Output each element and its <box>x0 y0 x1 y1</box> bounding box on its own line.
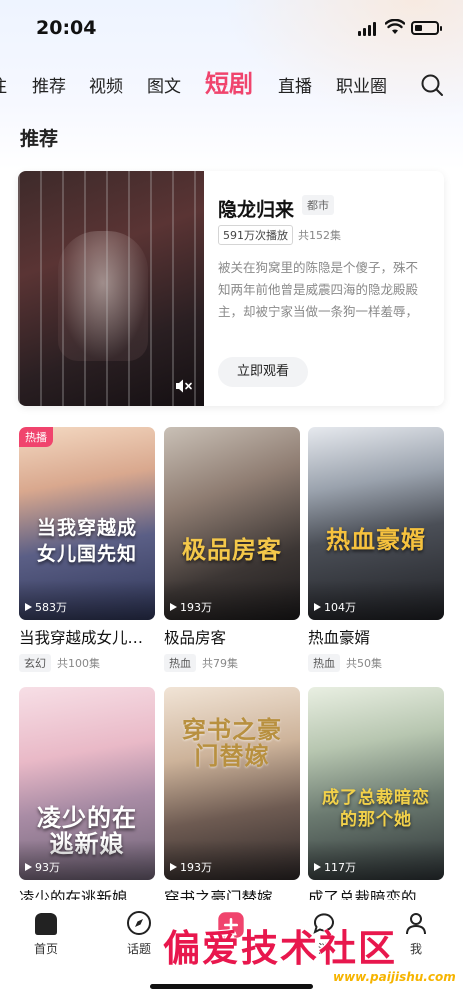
cellular-signal-icon <box>358 22 380 36</box>
drama-cover[interactable]: 当我穿越成女儿国先知 热播 583万 <box>19 427 155 620</box>
play-count-tag: 591万次播放 <box>218 225 293 245</box>
battery-icon <box>411 21 442 35</box>
tab-career-circle[interactable]: 职业圈 <box>336 72 387 97</box>
play-icon <box>314 603 321 611</box>
play-count-value: 583万 <box>35 601 67 614</box>
play-count-value: 93万 <box>35 861 60 874</box>
hot-badge: 热播 <box>19 427 53 447</box>
tab-video[interactable]: 视频 <box>89 72 123 97</box>
cover-title-text: 极品房客 <box>182 536 282 564</box>
cover-title-text: 穿书之豪门替嫁 <box>182 716 282 770</box>
play-icon <box>25 863 32 871</box>
section-title: 推荐 <box>20 128 59 150</box>
drama-cover[interactable]: 成了总裁暗恋的那个她 117万 <box>308 687 444 880</box>
play-icon <box>170 863 177 871</box>
cover-title-text: 当我穿越成女儿国先知 <box>36 517 137 565</box>
nav-home[interactable]: 首页 <box>16 910 76 957</box>
play-count-value: 193万 <box>180 601 212 614</box>
drama-card[interactable]: 极品房客 193万 极品房客 热血 共79集 <box>164 427 300 672</box>
watermark: 偏爱技术社区 www.paijishu.com <box>163 918 458 990</box>
play-count-value: 117万 <box>324 861 356 874</box>
play-icon <box>25 603 32 611</box>
episode-count: 共152集 <box>298 229 341 242</box>
nav-topics[interactable]: 话题 <box>109 910 169 957</box>
drama-title[interactable]: 当我穿越成女儿… <box>19 626 155 648</box>
play-count: 93万 <box>25 859 60 875</box>
play-count-value: 193万 <box>180 861 212 874</box>
play-icon <box>314 863 321 871</box>
play-count: 117万 <box>314 859 356 875</box>
tab-live[interactable]: 直播 <box>278 72 312 97</box>
watermark-text: 偏爱技术社区 <box>163 926 397 970</box>
drama-cover[interactable]: 凌少的在逃新娘 93万 <box>19 687 155 880</box>
home-indicator <box>150 984 313 989</box>
nav-topics-label: 话题 <box>126 942 151 956</box>
genre-tag: 热血 <box>164 654 196 672</box>
wifi-icon <box>385 19 405 34</box>
episode-count: 共79集 <box>202 657 238 670</box>
play-icon <box>170 603 177 611</box>
compass-icon <box>127 911 151 935</box>
status-bar: 20:04 <box>0 0 463 58</box>
tab-recommend[interactable]: 推荐 <box>32 72 66 97</box>
drama-card[interactable]: 热血豪婿 104万 热血豪婿 热血 共50集 <box>308 427 444 672</box>
tab-partial[interactable]: 注 <box>0 72 7 97</box>
drama-cover[interactable]: 极品房客 193万 <box>164 427 300 620</box>
home-icon <box>35 913 57 935</box>
featured-info: 隐龙归来 都市 591万次播放 共152集 被关在狗窝里的陈隐是个傻子，殊不知两… <box>218 171 444 406</box>
drama-card[interactable]: 当我穿越成女儿国先知 热播 583万 当我穿越成女儿… 玄幻 共100集 <box>19 427 155 672</box>
play-count: 104万 <box>314 599 356 615</box>
episode-count: 共100集 <box>57 657 100 670</box>
drama-title[interactable]: 极品房客 <box>164 626 300 648</box>
play-count: 193万 <box>170 859 212 875</box>
mute-icon[interactable] <box>175 378 193 394</box>
drama-card[interactable]: 成了总裁暗恋的那个她 117万 成了总裁暗恋的… <box>308 687 444 908</box>
drama-title[interactable]: 热血豪婿 <box>308 626 444 648</box>
genre-tag: 玄幻 <box>19 654 51 672</box>
play-count: 583万 <box>25 599 67 615</box>
featured-description: 被关在狗窝里的陈隐是个傻子，殊不知两年前他曾是威震四海的隐龙殿殿主，却被宁家当做… <box>218 260 419 319</box>
cover-title-text: 热血豪婿 <box>326 526 426 554</box>
play-count-value: 104万 <box>324 601 356 614</box>
nav-home-label: 首页 <box>33 942 58 956</box>
featured-drama-card[interactable]: 隐龙归来 都市 591万次播放 共152集 被关在狗窝里的陈隐是个傻子，殊不知两… <box>18 171 444 406</box>
watermark-url: www.paijishu.com <box>333 970 456 984</box>
drama-meta: 热血 共79集 <box>164 654 300 672</box>
drama-meta: 玄幻 共100集 <box>19 654 155 672</box>
drama-cover[interactable]: 穿书之豪门替嫁 193万 <box>164 687 300 880</box>
watch-now-button[interactable]: 立即观看 <box>218 357 308 387</box>
drama-card[interactable]: 凌少的在逃新娘 93万 凌少的在逃新娘 <box>19 687 155 908</box>
genre-tag: 热血 <box>308 654 340 672</box>
episode-count: 共50集 <box>346 657 382 670</box>
tab-short-drama[interactable]: 短剧 <box>205 64 253 99</box>
featured-cover-image[interactable] <box>18 171 204 406</box>
featured-title[interactable]: 隐龙归来 <box>218 195 294 222</box>
drama-meta: 热血 共50集 <box>308 654 444 672</box>
drama-card[interactable]: 穿书之豪门替嫁 193万 穿书之豪门替嫁 <box>164 687 300 908</box>
drama-cover[interactable]: 热血豪婿 104万 <box>308 427 444 620</box>
cover-title-text: 成了总裁暗恋的那个她 <box>322 788 430 830</box>
search-icon[interactable] <box>420 73 444 97</box>
cage-bars <box>18 171 204 406</box>
tab-image-text[interactable]: 图文 <box>147 72 181 97</box>
status-time: 20:04 <box>36 17 97 39</box>
play-count: 193万 <box>170 599 212 615</box>
genre-tag: 都市 <box>302 195 334 215</box>
channel-tabs: 注 推荐 视频 图文 短剧 直播 职业圈 <box>0 62 463 106</box>
